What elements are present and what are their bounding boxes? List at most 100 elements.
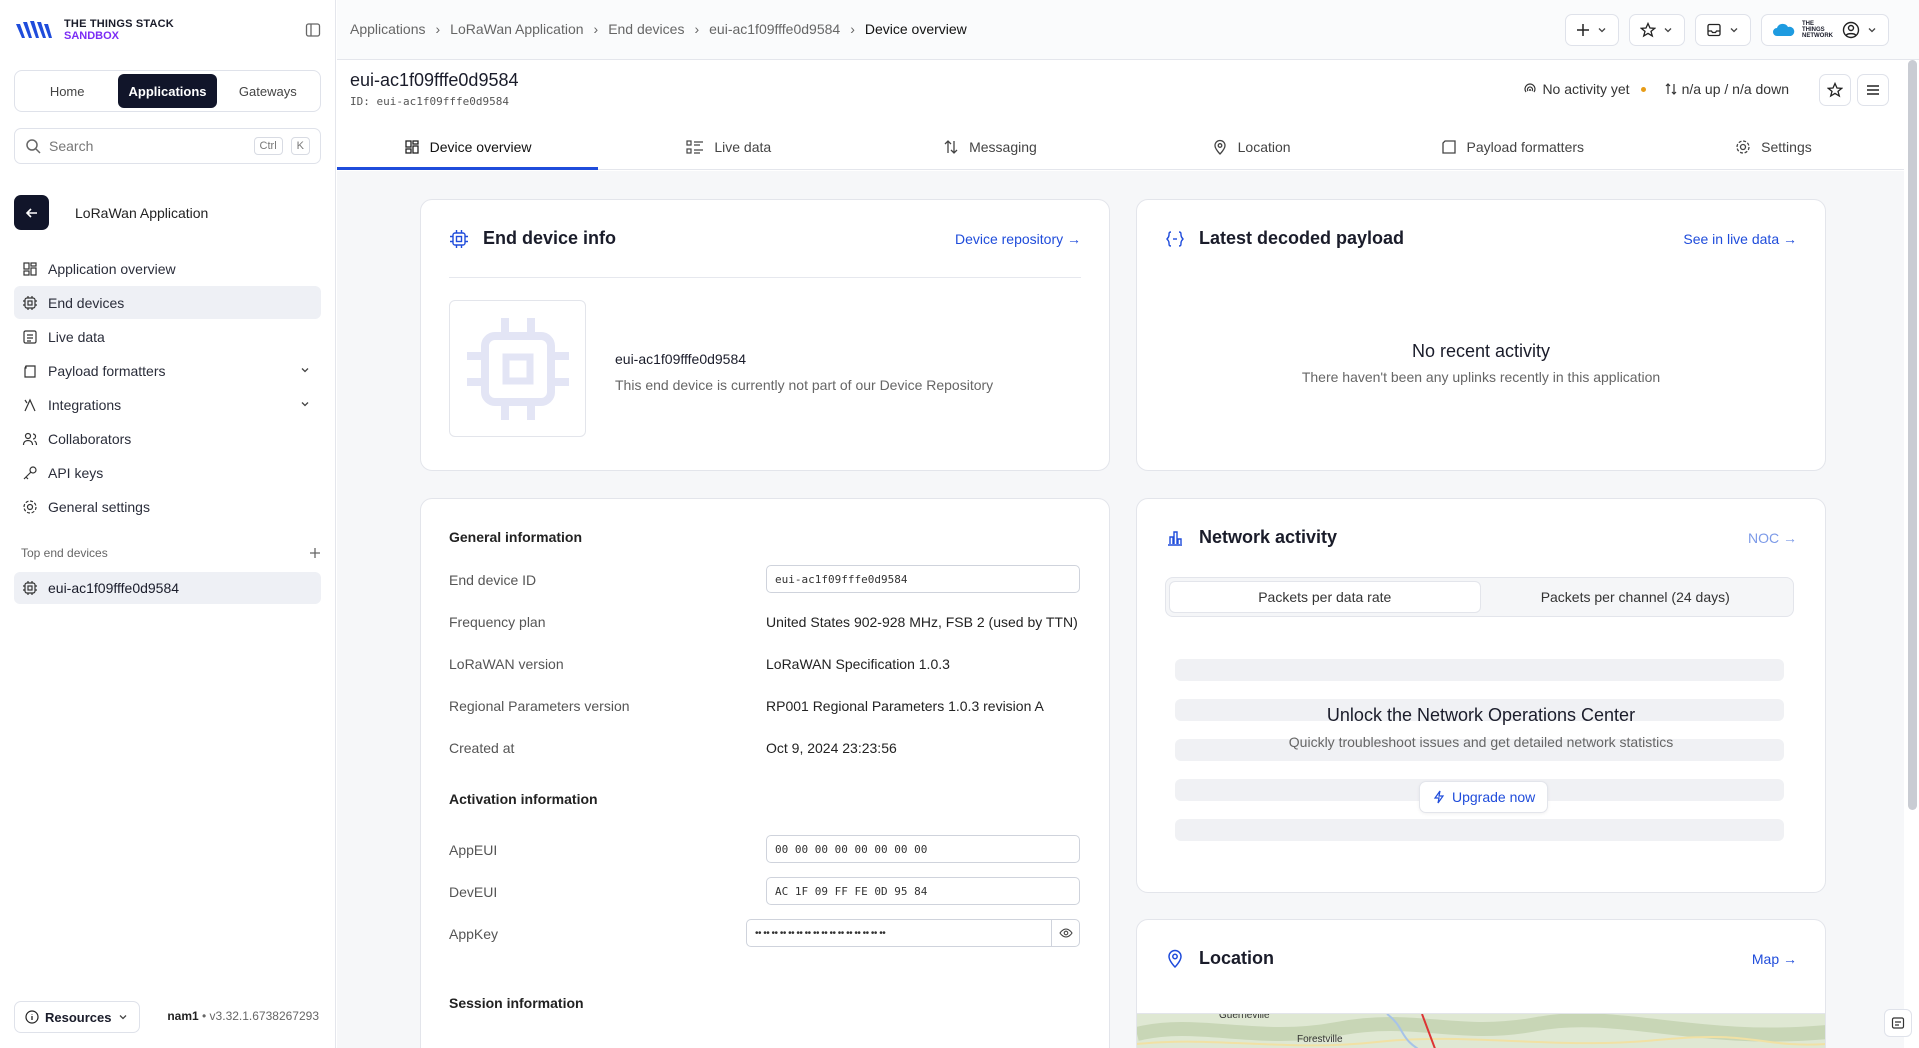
integration-icon bbox=[24, 398, 36, 411]
card-title: Network activity bbox=[1199, 527, 1338, 547]
cluster-label: nam1 bbox=[167, 1009, 199, 1023]
add-menu-button[interactable] bbox=[1565, 14, 1619, 46]
resources-button[interactable]: Resources bbox=[14, 1001, 141, 1033]
device-repository-link[interactable]: Device repository → bbox=[955, 231, 1081, 247]
chip-placeholder-icon bbox=[466, 317, 569, 420]
chevron-down-icon bbox=[1598, 28, 1606, 33]
topbar: Applications › LoRaWan Application › End… bbox=[337, 0, 1919, 60]
device-id-line: ID: eui-ac1f09fffe0d9584 bbox=[350, 95, 509, 108]
traffic-status: n/a up / n/a down bbox=[1664, 81, 1789, 97]
bookmarks-button[interactable] bbox=[1629, 14, 1685, 46]
tab-live-data[interactable]: Live data bbox=[598, 124, 859, 169]
see-live-data-link[interactable]: See in live data → bbox=[1683, 231, 1797, 247]
card-title: Location bbox=[1199, 948, 1274, 968]
gear-icon bbox=[1736, 139, 1750, 154]
location-map[interactable]: Guerneville Forestville bbox=[1137, 1013, 1825, 1048]
sidebar-item-payload-formatters[interactable]: Payload formatters bbox=[14, 354, 321, 387]
tab-location[interactable]: Location bbox=[1121, 124, 1382, 169]
device-menu-button[interactable] bbox=[1857, 74, 1889, 106]
device-status: No activity yet n/a up / n/a down bbox=[1523, 81, 1789, 97]
placeholder-row bbox=[1175, 659, 1784, 681]
appeui-field[interactable]: 00 00 00 00 00 00 00 00 bbox=[766, 835, 1080, 863]
sidebar-item-label: Application overview bbox=[48, 260, 176, 277]
breadcrumb-applications[interactable]: Applications bbox=[350, 21, 426, 37]
live-data-icon bbox=[686, 139, 704, 154]
sidebar-item-collaborators[interactable]: Collaborators bbox=[14, 422, 321, 455]
end-device-id-field[interactable]: eui-ac1f09fffe0d9584 bbox=[766, 565, 1080, 593]
unlock-desc: Quickly troubleshoot issues and get deta… bbox=[1288, 734, 1674, 750]
logo[interactable]: THE THINGS STACK SANDBOX bbox=[14, 18, 174, 42]
message-icon bbox=[1891, 1017, 1905, 1029]
nav-home[interactable]: Home bbox=[18, 74, 116, 108]
breadcrumb-current: Device overview bbox=[864, 21, 967, 37]
end-device-info-card: End device info Device repository → eui-… bbox=[420, 199, 1110, 471]
chevron-down-icon bbox=[1868, 28, 1876, 33]
chip-icon bbox=[23, 295, 37, 310]
chevron-down-icon[interactable] bbox=[299, 398, 311, 410]
brand-line-1: THE THINGS STACK bbox=[64, 18, 174, 30]
user-avatar-icon bbox=[1842, 21, 1860, 39]
back-button[interactable] bbox=[14, 195, 49, 230]
chevron-down-icon[interactable] bbox=[299, 364, 311, 376]
sidebar-item-general-settings[interactable]: General settings bbox=[14, 490, 321, 523]
tab-messaging[interactable]: Messaging bbox=[859, 124, 1120, 169]
sidebar-item-label: Live data bbox=[48, 328, 105, 345]
upgrade-now-button[interactable]: Upgrade now bbox=[1419, 781, 1549, 813]
top-device-item[interactable]: eui-ac1f09fffe0d9584 bbox=[14, 572, 321, 604]
breadcrumb-device[interactable]: eui-ac1f09fffe0d9584 bbox=[709, 21, 840, 37]
nav-applications[interactable]: Applications bbox=[118, 74, 217, 108]
sidebar: THE THINGS STACK SANDBOX Home Applicatio… bbox=[0, 0, 336, 1048]
device-repo-desc: This end device is currently not part of… bbox=[615, 377, 994, 393]
card-title: End device info bbox=[483, 228, 617, 248]
device-image bbox=[449, 300, 586, 437]
inbox-button[interactable] bbox=[1695, 14, 1751, 46]
appkey-field[interactable]: •• •• •• •• •• •• •• •• •• •• •• •• •• •… bbox=[746, 919, 1080, 947]
activation-section-title: Activation information bbox=[449, 791, 598, 807]
page-title: eui-ac1f09fffe0d9584 bbox=[350, 70, 519, 90]
tab-label: Payload formatters bbox=[1466, 138, 1585, 155]
traffic-label: n/a up / n/a down bbox=[1681, 81, 1789, 97]
general-info-card: General information End device ID eui-ac… bbox=[420, 498, 1110, 1048]
tab-device-overview[interactable]: Device overview bbox=[337, 124, 599, 170]
breadcrumb-end-devices[interactable]: End devices bbox=[608, 21, 684, 37]
sidebar-item-label: Integrations bbox=[48, 396, 122, 413]
row-label: End device ID bbox=[449, 572, 537, 588]
plus-icon[interactable] bbox=[309, 547, 321, 559]
chevron-down-icon bbox=[1730, 28, 1738, 33]
star-icon bbox=[1640, 22, 1656, 38]
sidebar-item-api-keys[interactable]: API keys bbox=[14, 456, 321, 489]
deveui-field[interactable]: AC 1F 09 FF FE 0D 95 84 bbox=[766, 877, 1080, 905]
sidebar-collapse-icon[interactable] bbox=[305, 22, 323, 40]
reveal-key-button[interactable] bbox=[1051, 920, 1079, 946]
tab-payload-formatters[interactable]: Payload formatters bbox=[1382, 124, 1643, 169]
search-input[interactable]: Search Ctrl K bbox=[14, 128, 321, 164]
map-label-forestville: Forestville bbox=[1297, 1034, 1343, 1045]
bookmark-device-button[interactable] bbox=[1819, 74, 1851, 106]
code-icon bbox=[1441, 139, 1456, 154]
feedback-button[interactable] bbox=[1884, 1009, 1912, 1037]
map-link[interactable]: Map → bbox=[1752, 951, 1797, 967]
signal-icon bbox=[1524, 83, 1537, 93]
page-scrollbar[interactable] bbox=[1908, 60, 1917, 810]
unlock-title: Unlock the Network Operations Center bbox=[1326, 705, 1636, 725]
version-label: • v3.32.1.6738267293 bbox=[198, 1009, 319, 1023]
nav-gateways[interactable]: Gateways bbox=[219, 74, 317, 108]
sidebar-item-live-data[interactable]: Live data bbox=[14, 320, 321, 353]
chart-type-toggle: Packets per data rate Packets per channe… bbox=[1165, 577, 1794, 617]
sidebar-item-end-devices[interactable]: End devices bbox=[14, 286, 321, 319]
account-menu-button[interactable]: THE THINGS NETWORK bbox=[1761, 14, 1889, 46]
sidebar-item-integrations[interactable]: Integrations bbox=[14, 388, 321, 421]
tab-settings[interactable]: Settings bbox=[1643, 124, 1904, 169]
up-down-arrows-icon bbox=[1665, 83, 1677, 95]
breadcrumb-application[interactable]: LoRaWan Application bbox=[450, 21, 583, 37]
row-value: LoRaWAN Specification 1.0.3 bbox=[766, 656, 950, 672]
sidebar-item-application-overview[interactable]: Application overview bbox=[14, 252, 321, 285]
noc-link[interactable]: NOC → bbox=[1748, 530, 1797, 546]
code-icon bbox=[24, 364, 36, 378]
star-icon bbox=[1827, 82, 1843, 98]
seg-packets-per-data-rate[interactable]: Packets per data rate bbox=[1169, 581, 1481, 613]
sidebar-item-label: General settings bbox=[48, 498, 150, 515]
row-label: Created at bbox=[449, 740, 515, 756]
seg-packets-per-channel[interactable]: Packets per channel (24 days) bbox=[1481, 581, 1791, 613]
row-label: Regional Parameters version bbox=[449, 698, 630, 714]
